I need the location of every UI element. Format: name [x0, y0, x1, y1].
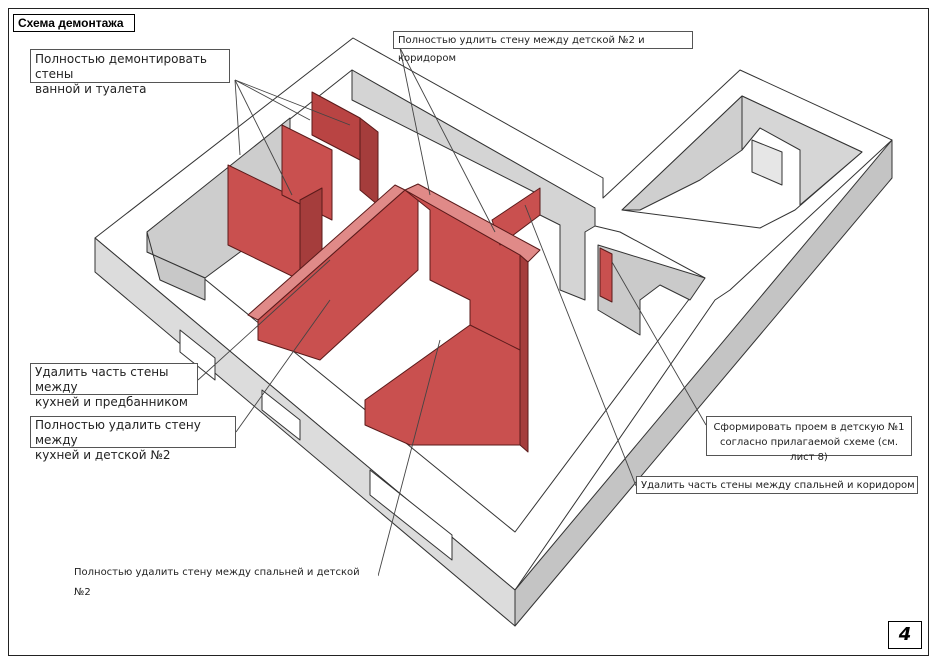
note-bath-toilet-line2: ванной и туалета — [35, 82, 147, 96]
note-kitchen-hall-line2: кухней и предбанником — [35, 395, 188, 409]
note-bath-toilet: Полностью демонтировать стены ванной и т… — [30, 49, 230, 96]
note-kitchen-hall-line1: Удалить часть стены между — [35, 365, 169, 394]
bath-wall-4 — [359, 117, 379, 206]
note-kitchen-kids2-line1: Полностью удалить стену между — [35, 418, 201, 447]
note-kitchen-kids2-line2: кухней и детской №2 — [35, 448, 171, 462]
note-bedroom-corridor: Удалить часть стены между спальней и кор… — [636, 476, 918, 494]
note-opening-kids1: Сформировать проем в детскую №1 согласно… — [706, 416, 912, 463]
bedroom-corridor-wall — [599, 247, 613, 303]
note-kids2-corridor: Полностью удлить стену между детской №2 … — [393, 31, 693, 64]
note-kitchen-hall: Удалить часть стены между кухней и предб… — [30, 363, 198, 409]
note-opening-kids1-line1: Сформировать проем в детскую №1 — [713, 422, 905, 433]
page-number: 4 — [888, 621, 922, 649]
note-opening-kids1-line2: согласно прилагаемой схеме (см. лист 8) — [719, 437, 899, 463]
drawing-title: Схема демонтажа — [13, 14, 135, 32]
note-bedroom-kids2: Полностью удалить стену между спальней и… — [70, 563, 378, 598]
note-kitchen-kids2: Полностью удалить стену между кухней и д… — [30, 416, 236, 462]
note-bath-toilet-line1: Полностью демонтировать стены — [35, 52, 207, 81]
kids2-bedroom-wall-side — [519, 254, 529, 453]
